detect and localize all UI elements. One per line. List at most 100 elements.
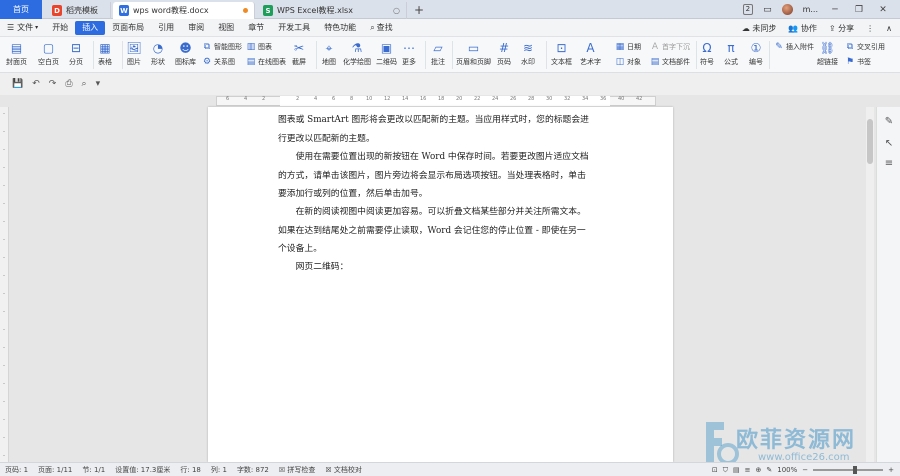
menu-page-layout[interactable]: 页面布局 (105, 19, 151, 37)
share-button[interactable]: ⇪ 分享 (829, 23, 854, 34)
menu-view[interactable]: 视图 (211, 19, 241, 37)
web-view-icon[interactable]: ⊕ (755, 466, 761, 474)
status-col[interactable]: 列: 1 (206, 465, 232, 475)
focus-mode-icon[interactable]: ⊡ (712, 466, 718, 474)
watermark-button[interactable]: ≋ 水印 (521, 41, 535, 67)
protect-icon[interactable]: ⛉ (723, 466, 728, 475)
zoom-out-icon[interactable]: − (802, 466, 808, 474)
chem-drawing-button[interactable]: ⚗ 化学绘图 (343, 41, 371, 67)
page-view-icon[interactable]: ▤ (733, 466, 740, 474)
skin-icon[interactable]: ▭ (763, 5, 772, 15)
search-button[interactable]: ⌕ 查找 (363, 19, 399, 37)
insert-attachment-button[interactable]: ✎ 插入附件 (774, 42, 814, 52)
text-box-button[interactable]: ⊡ 文本框 (551, 41, 572, 67)
page-break-button[interactable]: ⊟ 分页 (69, 41, 83, 67)
add-tab-button[interactable]: + (411, 2, 427, 17)
map-button[interactable]: ⌖ 地图 (322, 41, 336, 67)
username[interactable]: m... (803, 5, 818, 14)
menu-review[interactable]: 审阅 (181, 19, 211, 37)
collaborate-button[interactable]: 👥 协作 (788, 23, 817, 34)
scrollbar-thumb[interactable] (867, 119, 873, 164)
avatar[interactable] (781, 4, 793, 15)
zoom-slider[interactable] (813, 466, 884, 474)
close-window-icon[interactable]: ✕ (876, 5, 890, 15)
cross-reference-button[interactable]: ⧉ 交叉引用 (845, 42, 885, 52)
drop-cap-button[interactable]: A 首字下沉 (650, 42, 690, 52)
doc-parts-button[interactable]: ▤ 文档部件 (650, 57, 690, 67)
tab-home[interactable]: 首页 (0, 0, 42, 19)
horizontal-ruler[interactable]: 6 4 2 2 4 6 8 10 12 14 16 18 20 22 24 26… (0, 95, 900, 107)
status-page-num[interactable]: 页码: 1 (0, 465, 33, 475)
menu-developer[interactable]: 开发工具 (271, 19, 317, 37)
collapse-ribbon-icon[interactable]: ∧ (886, 24, 892, 33)
art-text-button[interactable]: A 艺术字 (580, 41, 601, 67)
zoom-slider-knob[interactable] (853, 466, 858, 474)
shape-button[interactable]: ◔ 形状 (151, 41, 165, 67)
date-button[interactable]: ▦ 日期 (615, 42, 641, 52)
more-icon: ⋯ (403, 41, 415, 55)
doc-proof-button[interactable]: ☒ 文档校对 (320, 465, 367, 475)
status-page-of[interactable]: 页面: 1/11 (33, 465, 77, 475)
qr-code-button[interactable]: ▣ 二维码 (376, 41, 397, 67)
redo-icon[interactable]: ↷ (49, 79, 57, 89)
page-number-button[interactable]: # 页码 (497, 41, 511, 67)
close-tab-icon[interactable]: ○ (393, 6, 400, 15)
menu-special-features[interactable]: 特色功能 (317, 19, 363, 37)
status-section[interactable]: 节: 1/1 (77, 465, 110, 475)
document-page[interactable]: 图表或 SmartArt 图形将会更改以匹配新的主题。当应用样式时，您的标题会进… (208, 107, 673, 462)
print-icon[interactable]: ⎙ (65, 79, 72, 89)
vertical-scrollbar[interactable] (866, 107, 874, 462)
tab-excel-doc[interactable]: S WPS Excel教程.xlsx ○ (257, 2, 407, 19)
picture-button[interactable]: 🖼 图片 (126, 41, 141, 67)
symbol-button[interactable]: Ω 符号 (700, 41, 714, 67)
file-menu[interactable]: ☰ 文件 ▾ (0, 19, 45, 37)
undo-icon[interactable]: ↶ (32, 79, 40, 89)
notification-count[interactable]: 2 (742, 4, 754, 15)
select-cursor-icon[interactable]: ↖ (883, 137, 895, 149)
zoom-level[interactable]: 100% (777, 466, 797, 474)
spell-check-toggle[interactable]: ☒ 拼写检查 (274, 465, 321, 475)
menu-section[interactable]: 章节 (241, 19, 271, 37)
edit-pen-icon[interactable]: ✎ (883, 115, 895, 127)
status-row[interactable]: 行: 18 (175, 465, 206, 475)
smart-graphic-button[interactable]: ⧉ 智能图形 (202, 42, 242, 52)
more-menu-icon[interactable]: ⋮ (866, 24, 874, 33)
icon-library-button[interactable]: ☻ 图标库 (175, 41, 196, 67)
hyperlink-button[interactable]: ⛓ 超链接 (817, 41, 838, 67)
online-chart-button[interactable]: ▤ 在线图表 (246, 57, 286, 67)
tab-word-doc[interactable]: W wps word教程.docx (113, 2, 255, 19)
minimize-icon[interactable]: ─ (828, 5, 842, 15)
reading-view-icon[interactable]: ✎ (766, 466, 772, 474)
vertical-ruler[interactable]: – – – – – – – – – – – – – – – – – – – – (0, 107, 9, 462)
object-icon: ◫ (615, 57, 625, 67)
menu-insert[interactable]: 插入 (75, 20, 106, 35)
restore-icon[interactable]: ❐ (852, 5, 866, 15)
menu-home[interactable]: 开始 (45, 19, 75, 37)
tab-docer-templates[interactable]: D 稻壳模板 (46, 2, 111, 19)
numbering-button[interactable]: ① 编号 (749, 41, 763, 67)
paragraph-2: 使用在需要位置出现的新按钮在 Word 中保存时间。若要更改图片适应文档 的方式… (278, 148, 606, 204)
table-button[interactable]: ▦ 表格 (98, 41, 112, 67)
header-footer-button[interactable]: ▭ 页眉和页脚 (456, 41, 491, 67)
print-preview-icon[interactable]: ⌕ (82, 79, 87, 89)
relation-graph-button[interactable]: ⚙ 关系图 (202, 57, 235, 67)
menu-references[interactable]: 引用 (151, 19, 181, 37)
cover-page-button[interactable]: ▤ 封面页 (6, 41, 27, 67)
bookmark-button[interactable]: ⚑ 书签 (845, 57, 871, 67)
more-button[interactable]: ⋯ 更多 (402, 41, 416, 67)
screenshot-button[interactable]: ✂ 截屏 (292, 41, 306, 67)
status-word-count[interactable]: 字数: 872 (232, 465, 274, 475)
ruler-tick: 20 (456, 96, 463, 102)
chart-button[interactable]: ▥ 图表 (246, 42, 272, 52)
status-setting[interactable]: 设置值: 17.3厘米 (110, 465, 175, 475)
zoom-in-icon[interactable]: + (888, 466, 894, 474)
object-button[interactable]: ◫ 对象 (615, 57, 641, 67)
customize-icon[interactable]: ▾ (96, 79, 101, 89)
settings-sliders-icon[interactable]: ≡ (883, 157, 895, 169)
formula-button[interactable]: π 公式 (724, 41, 738, 67)
save-icon[interactable]: 💾 (12, 79, 23, 89)
blank-page-button[interactable]: ▢ 空白页 (38, 41, 59, 67)
sync-status[interactable]: ☁ 未同步 (742, 23, 777, 34)
outline-view-icon[interactable]: ≡ (745, 466, 751, 474)
comment-button[interactable]: ▱ 批注 (431, 41, 445, 67)
